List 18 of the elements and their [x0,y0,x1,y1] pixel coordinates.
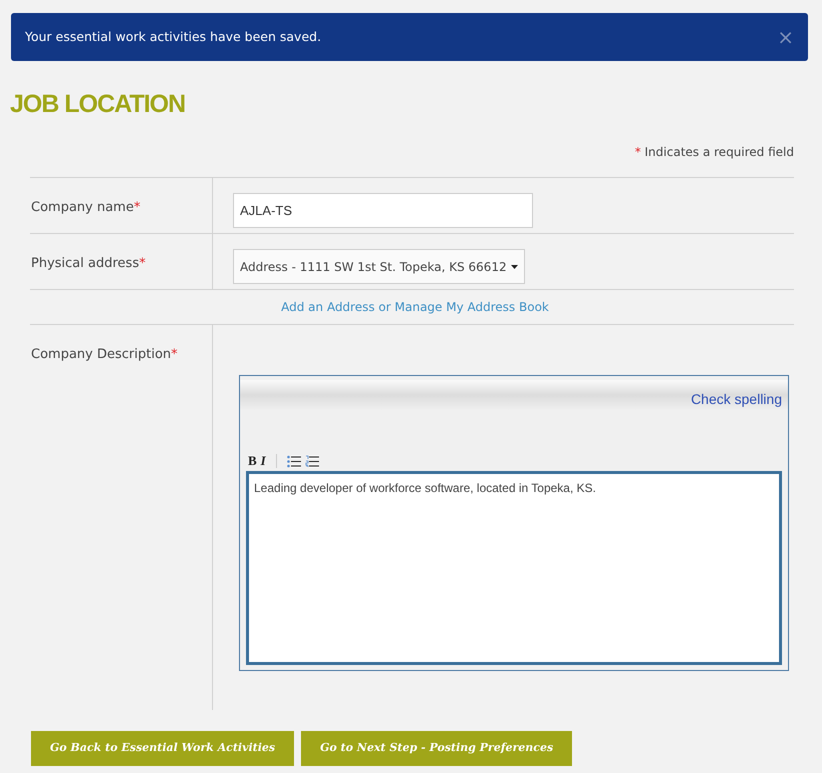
bold-button[interactable]: B [248,451,257,471]
italic-button[interactable]: I [260,451,266,471]
check-spelling-link[interactable]: Check spelling [690,389,782,410]
alert-message: Your essential work activities have been saved. [25,28,322,46]
field-label: Company name [31,200,134,215]
bulleted-list-icon[interactable] [286,454,301,468]
numbered-list-icon[interactable] [304,454,319,468]
description-field[interactable]: Leading developer of workforce software, located in Topeka, KS. [246,471,782,665]
company-name-field[interactable]: AJLA-TS [233,193,533,228]
page-heading: JOB LOCATION [10,89,186,120]
field-label: Company Description [31,347,172,362]
required-mark: * [134,200,140,215]
required-mark: * [139,256,146,271]
required-note: * Indicates a required field [634,144,794,161]
required-mark: * [171,347,178,362]
field-label: Physical address [31,256,140,271]
caret-icon [510,264,518,268]
address-dropdown[interactable]: Address - 1111 SW 1st St. Topeka, KS 66612 [233,249,525,284]
